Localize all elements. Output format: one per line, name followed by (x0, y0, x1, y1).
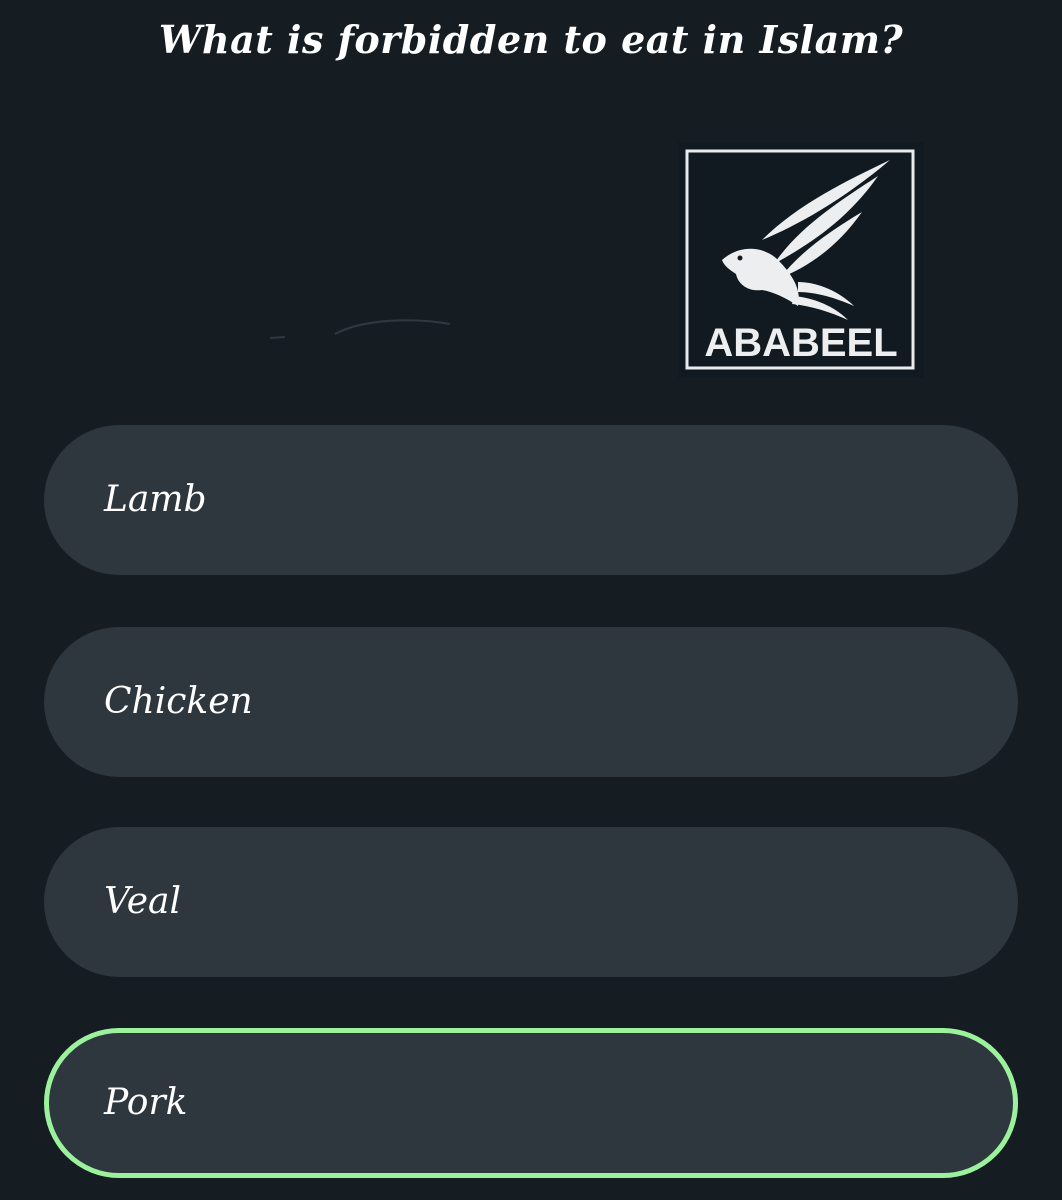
answer-option-veal[interactable]: Veal (44, 827, 1018, 977)
answer-option-label: Chicken (104, 681, 253, 722)
ababeel-logo: ABABEEL (678, 142, 924, 378)
answer-option-label: Pork (104, 1082, 188, 1123)
answer-option-label: Lamb (104, 479, 207, 520)
logo-text: ABABEEL (704, 321, 897, 365)
bird-icon: ABABEEL (685, 149, 915, 370)
answer-option-lamb[interactable]: Lamb (44, 425, 1018, 575)
question-title: What is forbidden to eat in Islam? (158, 17, 904, 62)
answer-option-label: Veal (104, 881, 181, 922)
faint-watermark-mark (269, 319, 451, 339)
answer-option-pork[interactable]: Pork (44, 1028, 1018, 1178)
answer-option-chicken[interactable]: Chicken (44, 627, 1018, 777)
